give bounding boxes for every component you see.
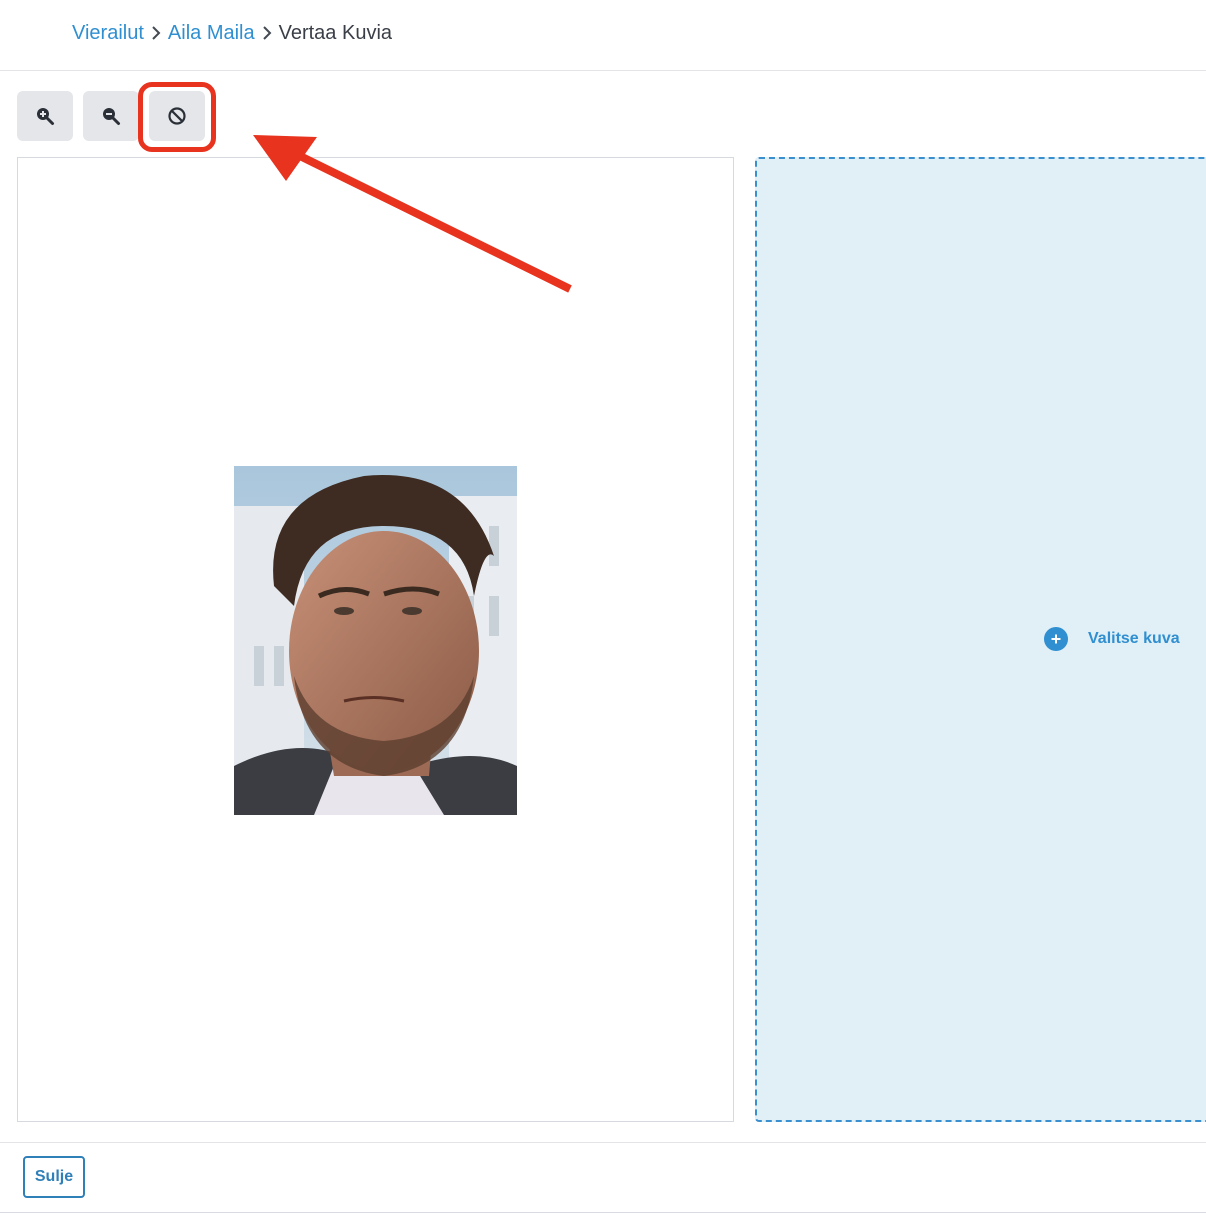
annotation-highlight-box <box>138 82 216 152</box>
choose-image-button[interactable]: Valitse kuva <box>1044 627 1180 651</box>
breadcrumb: Vierailut Aila Maila Vertaa Kuvia <box>72 20 392 46</box>
choose-image-label: Valitse kuva <box>1088 630 1180 647</box>
close-button[interactable]: Sulje <box>23 1156 85 1198</box>
person-photo <box>234 466 517 815</box>
chevron-right-icon <box>144 20 168 46</box>
chevron-right-icon <box>255 20 279 46</box>
breadcrumb-visits-link[interactable]: Vierailut <box>72 20 144 46</box>
bottom-divider <box>0 1212 1206 1213</box>
breadcrumb-current: Vertaa Kuvia <box>278 22 393 44</box>
zoom-out-button[interactable] <box>83 91 139 141</box>
zoom-in-icon <box>37 108 54 125</box>
page-header: Vierailut Aila Maila Vertaa Kuvia <box>0 0 1206 71</box>
compare-images-page: Vierailut Aila Maila Vertaa Kuvia Valits… <box>0 0 1206 1214</box>
left-image-panel <box>17 157 734 1122</box>
plus-circle-icon <box>1044 627 1068 651</box>
zoom-in-button[interactable] <box>17 91 73 141</box>
breadcrumb-person-link[interactable]: Aila Maila <box>168 20 255 46</box>
zoom-out-icon <box>103 108 120 125</box>
page-footer: Sulje <box>0 1142 1206 1214</box>
